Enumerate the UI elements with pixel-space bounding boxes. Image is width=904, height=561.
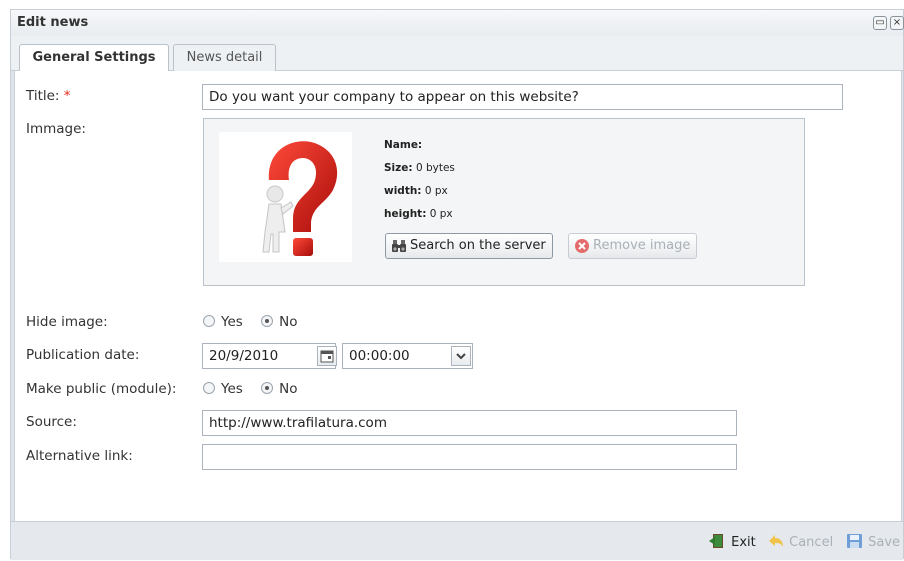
save-label: Save	[868, 535, 901, 550]
exit-label: Exit	[731, 535, 756, 550]
tab-news-detail[interactable]: News detail	[173, 44, 276, 71]
required-mark: *	[63, 88, 71, 104]
image-name-row: Name:	[384, 139, 422, 151]
question-figure-image	[262, 141, 338, 256]
make-public-radio-group: Yes No	[203, 381, 311, 397]
hide-image-label: Hide image:	[26, 314, 108, 330]
chevron-down-icon	[456, 353, 466, 360]
floppy-disk-icon	[847, 534, 862, 548]
title-input[interactable]: Do you want your company to appear on th…	[202, 84, 843, 110]
cancel-button[interactable]: Cancel	[767, 533, 833, 550]
remove-image-label: Remove image	[593, 238, 691, 253]
hide-image-yes-option[interactable]: Yes	[203, 314, 243, 330]
image-width-label: width:	[384, 185, 422, 197]
maximize-icon[interactable]: ▭	[873, 16, 887, 30]
publication-date-label: Publication date:	[26, 347, 140, 363]
search-server-button[interactable]: Search on the server	[385, 233, 553, 259]
calendar-icon	[320, 350, 334, 363]
title-label: Title: *	[26, 88, 71, 104]
footer-toolbar: Exit Cancel Save	[11, 521, 903, 560]
radio-selected-icon[interactable]	[261, 315, 274, 327]
image-height-label: height:	[384, 208, 427, 220]
make-public-label: Make public (module):	[26, 381, 177, 397]
window-title: Edit news	[17, 15, 89, 30]
cancel-label: Cancel	[789, 535, 834, 550]
image-box: Name: Size: 0 bytes width: 0 px height: …	[203, 118, 805, 286]
make-public-no-option[interactable]: No	[261, 381, 297, 397]
hide-image-no-label: No	[279, 314, 298, 330]
alternative-link-input[interactable]	[202, 444, 737, 470]
source-label: Source:	[26, 414, 77, 430]
save-button[interactable]: Save	[846, 533, 900, 550]
time-dropdown-button[interactable]	[451, 346, 471, 366]
edit-news-window: Edit news ▭ × General Settings News deta…	[10, 9, 904, 560]
exit-door-icon	[709, 534, 723, 548]
close-icon[interactable]: ×	[890, 16, 904, 30]
publication-date-input[interactable]: 20/9/2010	[202, 343, 336, 369]
hide-image-yes-label: Yes	[221, 314, 243, 330]
tab-general-settings[interactable]: General Settings	[19, 44, 169, 72]
exit-button[interactable]: Exit	[709, 533, 756, 550]
form-panel: Title: * Do you want your company to app…	[14, 71, 902, 521]
hide-image-no-option[interactable]: No	[261, 314, 297, 330]
image-size-value: 0 bytes	[415, 162, 455, 174]
hide-image-radio-group: Yes No	[203, 314, 311, 330]
image-thumbnail	[219, 132, 352, 262]
window-titlebar[interactable]: Edit news ▭ ×	[11, 10, 904, 36]
image-size-row: Size: 0 bytes	[384, 162, 455, 174]
image-width-value: 0 px	[424, 185, 448, 197]
binoculars-icon	[392, 240, 406, 252]
undo-arrow-icon	[769, 535, 783, 547]
image-label: Immage:	[26, 121, 86, 137]
make-public-no-label: No	[279, 381, 298, 397]
calendar-button[interactable]	[317, 346, 337, 366]
remove-icon	[575, 239, 589, 253]
remove-image-button[interactable]: Remove image	[568, 233, 698, 259]
alternative-link-label: Alternative link:	[26, 448, 133, 464]
make-public-yes-option[interactable]: Yes	[203, 381, 243, 397]
image-width-row: width: 0 px	[384, 185, 448, 197]
image-height-value: 0 px	[429, 208, 453, 220]
image-name-label: Name:	[384, 139, 423, 151]
radio-icon[interactable]	[203, 382, 215, 394]
radio-icon[interactable]	[203, 315, 215, 327]
radio-selected-icon[interactable]	[261, 382, 274, 394]
image-size-label: Size:	[384, 162, 413, 174]
search-server-label: Search on the server	[410, 238, 546, 253]
source-input[interactable]: http://www.trafilatura.com	[202, 410, 737, 436]
make-public-yes-label: Yes	[221, 381, 243, 397]
image-height-row: height: 0 px	[384, 208, 453, 220]
tab-strip: General Settings News detail	[11, 36, 903, 72]
